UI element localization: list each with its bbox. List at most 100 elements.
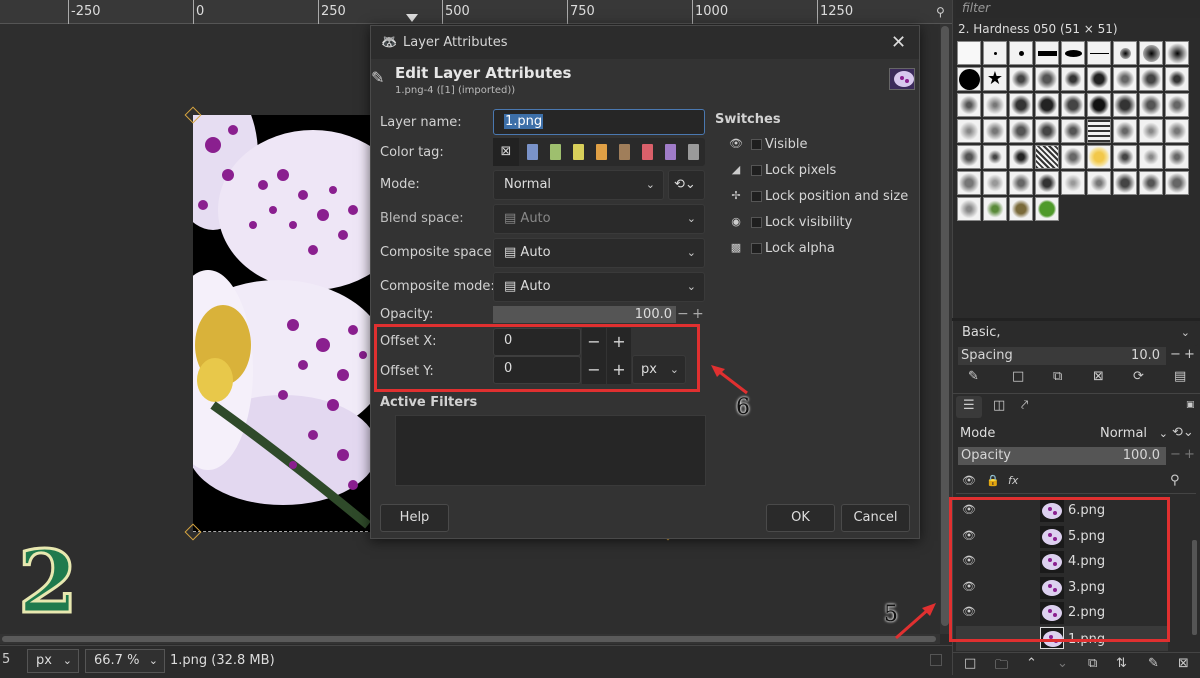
duplicate-brush-icon[interactable]: ⧉ <box>1053 369 1062 384</box>
brush-item[interactable] <box>1139 171 1163 195</box>
brush-item[interactable] <box>983 119 1007 143</box>
brush-item[interactable] <box>983 145 1007 169</box>
brush-item[interactable] <box>1165 119 1189 143</box>
layers-opacity-decrease[interactable]: − <box>1170 447 1181 462</box>
brush-item[interactable] <box>1035 119 1059 143</box>
brush-item[interactable] <box>1035 67 1059 91</box>
layers-opacity-increase[interactable]: + <box>1184 447 1195 462</box>
layers-mode-select[interactable]: Normal ⌄ <box>1100 424 1168 444</box>
brush-item[interactable] <box>957 93 981 117</box>
brush-item[interactable] <box>1113 93 1137 117</box>
blend-space-select[interactable]: ▤ Auto ⌄ <box>493 204 705 234</box>
brush-item[interactable] <box>957 41 981 65</box>
brush-item[interactable] <box>1009 145 1033 169</box>
opacity-decrease[interactable]: − <box>677 306 689 323</box>
mode-reset-icon[interactable]: ⟲⌄ <box>1172 425 1194 440</box>
brush-item[interactable] <box>983 41 1007 65</box>
color-tag-red[interactable] <box>642 144 653 160</box>
edit-brush-icon[interactable]: ✎ <box>968 369 979 384</box>
delete-brush-icon[interactable]: ⊠ <box>1093 369 1104 384</box>
new-layer-icon[interactable]: □ <box>964 656 976 671</box>
composite-space-select[interactable]: ▤ Auto ⌄ <box>493 238 705 268</box>
unit-select[interactable]: px ⌄ <box>27 649 79 673</box>
brush-item[interactable] <box>1139 145 1163 169</box>
search-icon[interactable]: ⚲ <box>1170 473 1180 488</box>
brush-item[interactable] <box>1139 41 1163 65</box>
color-tag-blue[interactable] <box>527 144 538 160</box>
tab-layers[interactable]: ☰ <box>956 396 982 418</box>
brush-item[interactable] <box>1113 41 1137 65</box>
spacing-slider[interactable]: Spacing 10.0 <box>958 347 1166 365</box>
color-tag-none[interactable]: ⊠ <box>493 138 519 166</box>
lock-position-checkbox[interactable] <box>751 191 762 202</box>
close-icon[interactable]: ✕ <box>891 26 906 59</box>
brush-item[interactable] <box>1165 171 1189 195</box>
brush-item[interactable] <box>1139 119 1163 143</box>
layers-opacity-slider[interactable]: Opacity 100.0 <box>958 447 1166 465</box>
brush-item[interactable] <box>1009 119 1033 143</box>
brush-grid[interactable]: ★ <box>957 41 1197 221</box>
brush-item[interactable] <box>1113 145 1137 169</box>
pepper-brush-icon[interactable] <box>1035 197 1059 221</box>
brush-item[interactable] <box>1087 119 1111 143</box>
composite-mode-select[interactable]: ▤ Auto ⌄ <box>493 272 705 302</box>
brush-item[interactable] <box>1087 41 1111 65</box>
brush-item[interactable] <box>957 171 981 195</box>
switch-lock-position[interactable]: ✢ Lock position and size <box>729 189 909 205</box>
refresh-icon[interactable]: ⟳ <box>1133 369 1144 384</box>
open-as-image-icon[interactable]: ▤ <box>1174 369 1186 384</box>
brush-item[interactable] <box>983 93 1007 117</box>
zoom-select[interactable]: 66.7 % ⌄ <box>85 649 165 673</box>
brush-item[interactable] <box>1087 145 1111 169</box>
color-tag-brown[interactable] <box>619 144 630 160</box>
active-filters-list[interactable] <box>395 415 706 486</box>
brush-item[interactable] <box>1061 93 1085 117</box>
brush-item[interactable] <box>1061 171 1085 195</box>
brush-item[interactable] <box>957 67 981 91</box>
help-button[interactable]: Help <box>380 504 449 532</box>
brush-item[interactable] <box>1035 145 1059 169</box>
brush-item[interactable] <box>1035 41 1059 65</box>
zoom-search-icon[interactable]: ⚲ <box>936 5 945 19</box>
brush-item[interactable] <box>1087 171 1111 195</box>
switch-lock-alpha[interactable]: ▩ Lock alpha <box>729 241 879 257</box>
cancel-button[interactable]: Cancel <box>841 504 910 532</box>
mask-icon[interactable]: ✎ <box>1148 656 1159 671</box>
layer-name-input[interactable]: 1.png <box>493 109 705 135</box>
brush-item[interactable] <box>1035 171 1059 195</box>
color-tag-violet[interactable] <box>665 144 676 160</box>
brush-item[interactable] <box>1061 119 1085 143</box>
color-tag-gray[interactable] <box>688 144 699 160</box>
opacity-increase[interactable]: + <box>692 306 704 323</box>
brush-preset-select[interactable]: Basic, ⌄ <box>956 322 1198 346</box>
duplicate-layer-icon[interactable]: ⧉ <box>1088 656 1097 671</box>
tab-paths-icon[interactable]: ⤤ <box>1021 398 1028 413</box>
brush-item[interactable] <box>1035 93 1059 117</box>
color-tag-yellow[interactable] <box>573 144 584 160</box>
brush-star-icon[interactable]: ★ <box>983 67 1007 91</box>
brush-item[interactable] <box>1087 93 1111 117</box>
brush-item[interactable] <box>1009 93 1033 117</box>
panel-menu-icon[interactable]: ▣ <box>1186 400 1195 410</box>
brush-item[interactable] <box>1009 171 1033 195</box>
lower-layer-icon[interactable]: ⌄ <box>1057 656 1068 671</box>
spacing-increase[interactable]: + <box>1184 347 1195 362</box>
brush-item[interactable] <box>1113 119 1137 143</box>
brush-item[interactable] <box>1087 67 1111 91</box>
vertical-scroll-thumb[interactable] <box>941 26 949 626</box>
brush-item[interactable] <box>957 145 981 169</box>
brush-item[interactable] <box>1165 41 1189 65</box>
brush-item[interactable] <box>1009 197 1033 221</box>
horizontal-scroll-thumb[interactable] <box>2 636 936 642</box>
brush-item[interactable] <box>1139 93 1163 117</box>
color-tag-green[interactable] <box>550 144 561 160</box>
brush-item[interactable] <box>1061 145 1085 169</box>
brush-item[interactable] <box>1165 93 1189 117</box>
delete-layer-icon[interactable]: ⊠ <box>1178 656 1189 671</box>
switch-lock-visibility[interactable]: ◉ Lock visibility <box>729 215 879 231</box>
brush-item[interactable] <box>983 197 1007 221</box>
brush-item[interactable] <box>1139 67 1163 91</box>
lock-alpha-checkbox[interactable] <box>751 243 762 254</box>
navigate-icon[interactable] <box>930 654 942 666</box>
spacing-decrease[interactable]: − <box>1170 347 1181 362</box>
